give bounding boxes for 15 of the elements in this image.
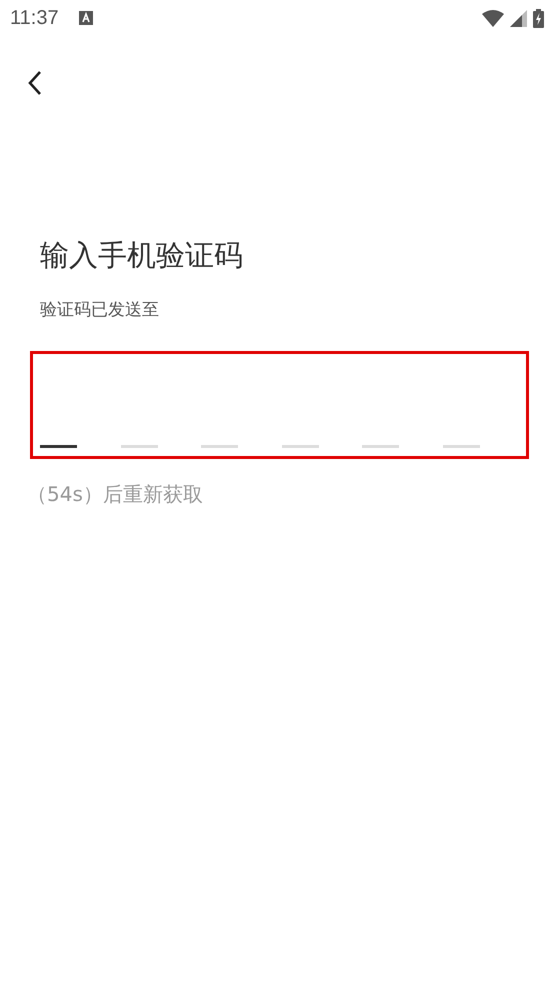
battery-icon — [533, 8, 544, 28]
subtitle: 验证码已发送至 — [40, 299, 160, 321]
page-title: 输入手机验证码 — [40, 237, 244, 274]
status-time: 11:37 — [10, 6, 59, 30]
code-digit-field[interactable] — [120, 445, 158, 448]
code-digit-field[interactable] — [362, 445, 400, 448]
signal-icon — [510, 10, 527, 26]
code-digit-field[interactable] — [442, 445, 480, 448]
resend-countdown: （54s）后重新获取 — [27, 481, 204, 508]
code-digit-field[interactable] — [201, 445, 238, 448]
back-icon — [27, 70, 43, 96]
keyboard-icon — [78, 11, 93, 25]
wifi-icon — [482, 10, 504, 26]
code-digit-field[interactable] — [282, 445, 319, 448]
code-digit-field[interactable] — [40, 445, 77, 448]
